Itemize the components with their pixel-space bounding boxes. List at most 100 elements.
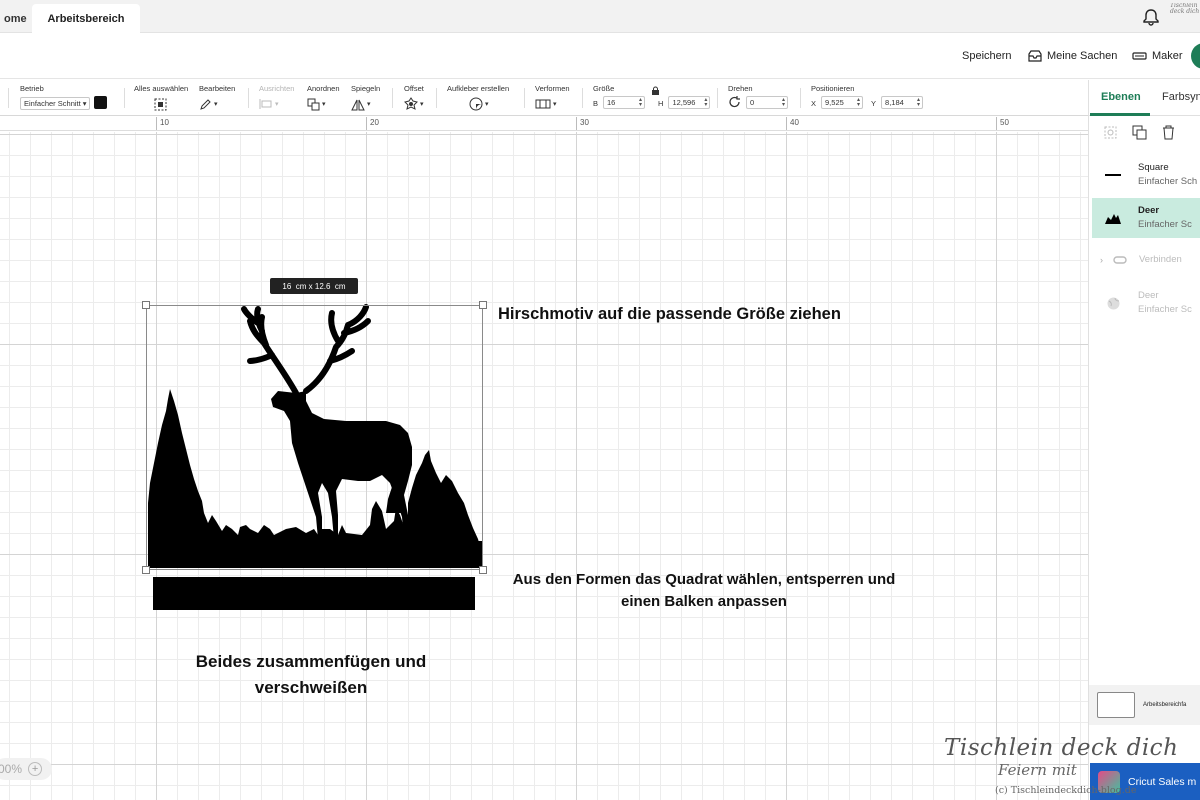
group-icon[interactable] xyxy=(1103,125,1118,140)
stepper-icon[interactable]: ▴ ▾ xyxy=(782,97,785,108)
tab-workspace[interactable]: Arbeitsbereich xyxy=(32,4,140,33)
canvas-label: Arbeitsbereichfa xyxy=(1143,702,1187,708)
maker-button[interactable]: Maker xyxy=(1132,50,1183,62)
stepper-icon[interactable]: ▴ ▾ xyxy=(917,97,920,108)
watermark-subtitle: Feiern mit xyxy=(998,761,1077,779)
layer-item-combine[interactable]: › Verbinden xyxy=(1092,240,1200,280)
sticker-button[interactable]: Aufkleber erstellen ▾ xyxy=(447,84,509,111)
inbox-icon xyxy=(1028,50,1042,62)
width-label: B xyxy=(593,99,599,108)
edit-toolbar: Betrieb Einfacher Schnitt ▾ Alles auswähl… xyxy=(0,80,1088,116)
warp-label: Verformen xyxy=(535,84,570,93)
ruler-tick xyxy=(366,117,367,130)
flip-icon xyxy=(351,99,365,110)
instruction-note-2: Aus den Formen das Quadrat wählen, entsp… xyxy=(512,571,896,610)
instruction-note-3: Beides zusammenfügen und verschweißen xyxy=(195,652,427,697)
operation-select[interactable]: Einfacher Schnitt ▾ xyxy=(20,97,91,110)
action-bar: Speichern Meine Sachen Maker xyxy=(0,33,1200,79)
rotate-input[interactable]: 0 ▴ ▾ xyxy=(746,96,788,109)
arrange-button[interactable]: Anordnen ▾ xyxy=(307,84,340,111)
width-input[interactable]: 16 ▴ ▾ xyxy=(603,96,646,109)
y-input[interactable]: 8,184 ▴ ▾ xyxy=(881,96,924,109)
edit-button[interactable]: Bearbeiten ▾ xyxy=(199,84,235,111)
zoom-value: 00% xyxy=(0,762,23,776)
offset-icon xyxy=(404,97,418,110)
tab-layers[interactable]: Ebenen xyxy=(1101,91,1141,103)
y-label: Y xyxy=(871,99,877,108)
layer-name: Deer xyxy=(1138,290,1159,301)
layer-item-square[interactable]: Square Einfacher Sch xyxy=(1092,155,1200,195)
ruler-label: 50 xyxy=(1000,118,1009,127)
zoom-in-icon[interactable]: + xyxy=(28,762,43,776)
stepper-icon[interactable]: ▴ ▾ xyxy=(704,97,707,108)
ruler-label: 30 xyxy=(580,118,589,127)
rotate-label: Drehen xyxy=(728,84,753,93)
instruction-note-1: Hirschmotiv auf die passende Größe ziehe… xyxy=(498,305,841,323)
stepper-icon[interactable]: ▴ ▾ xyxy=(857,97,860,108)
ruler-label: 20 xyxy=(370,118,379,127)
layer-item-deer-hidden[interactable]: Deer Einfacher Sc xyxy=(1092,283,1200,323)
height-input[interactable]: 12,596 ▴ ▾ xyxy=(668,96,711,109)
divider xyxy=(524,88,525,108)
rotate-group: Drehen 0 ▴ ▾ xyxy=(728,84,788,111)
color-swatch[interactable] xyxy=(94,96,108,109)
square-shape-icon xyxy=(1105,174,1121,176)
resize-handle-top-left[interactable] xyxy=(142,301,150,309)
layer-actions xyxy=(1103,125,1176,140)
watermark-title: Tischlein deck dich xyxy=(944,735,1179,761)
panel-tabs: Ebenen Farbsyn xyxy=(1089,80,1200,116)
align-button[interactable]: Ausrichten ▾ xyxy=(259,84,294,111)
offset-label: Offset xyxy=(404,84,424,93)
flip-label: Spiegeln xyxy=(351,84,381,93)
ruler-tick xyxy=(786,117,787,130)
trash-icon[interactable] xyxy=(1161,125,1176,140)
divider xyxy=(717,88,718,108)
divider xyxy=(124,88,125,108)
position-label: Positionieren xyxy=(811,84,855,93)
layer-name: Deer xyxy=(1138,205,1160,216)
offset-button[interactable]: Offset ▾ xyxy=(404,84,424,111)
ruler: 10 20 30 40 50 xyxy=(0,117,1088,131)
resize-handle-bottom-right[interactable] xyxy=(479,566,487,574)
layer-name: Square xyxy=(1138,162,1169,173)
layer-item-deer-selected[interactable]: Deer Einfacher Sc xyxy=(1092,198,1200,238)
chevron-right-icon[interactable]: › xyxy=(1100,255,1103,265)
sales-text: Cricut Sales m xyxy=(1128,775,1197,788)
sticker-label: Aufkleber erstellen xyxy=(447,84,510,93)
x-input[interactable]: 9,525 ▴ ▾ xyxy=(821,96,864,109)
lock-icon[interactable] xyxy=(651,86,660,96)
save-label: Speichern xyxy=(962,50,1012,62)
warp-icon xyxy=(535,99,551,109)
zoom-control[interactable]: 00% + xyxy=(0,758,52,780)
rotate-icon xyxy=(729,96,740,108)
avatar[interactable] xyxy=(1191,43,1200,69)
x-value: 9,525 xyxy=(825,98,844,107)
flip-button[interactable]: Spiegeln ▾ xyxy=(351,84,380,111)
resize-handle-bottom-left[interactable] xyxy=(142,566,150,574)
select-all-button[interactable]: Alles auswählen xyxy=(134,84,188,111)
operation-value: Einfacher Schnitt xyxy=(24,99,81,108)
position-group: Positionieren X 9,525 ▴ ▾ Y 8,184 ▴ ▾ xyxy=(811,84,924,111)
tab-color-sync[interactable]: Farbsyn xyxy=(1162,91,1200,103)
duplicate-icon[interactable] xyxy=(1132,125,1147,140)
selection-box[interactable] xyxy=(142,301,487,574)
rectangle-bar[interactable] xyxy=(153,577,475,610)
edit-label: Bearbeiten xyxy=(199,84,236,93)
height-label: H xyxy=(658,99,664,108)
ruler-tick xyxy=(156,117,157,130)
divider xyxy=(8,88,9,108)
save-button[interactable]: Speichern xyxy=(962,50,1012,62)
canvas-settings[interactable]: Arbeitsbereichfa xyxy=(1089,685,1200,725)
bell-icon[interactable] xyxy=(1141,7,1161,27)
stepper-icon[interactable]: ▴ ▾ xyxy=(639,97,642,108)
my-stuff-button[interactable]: Meine Sachen xyxy=(1028,50,1117,62)
layers-panel: Ebenen Farbsyn Square Einfacher Sch Deer E… xyxy=(1088,80,1200,800)
select-all-label: Alles auswählen xyxy=(134,84,189,93)
sticker-icon xyxy=(469,97,483,111)
resize-handle-top-right[interactable] xyxy=(479,301,487,309)
x-label: X xyxy=(811,99,817,108)
warp-button[interactable]: Verformen ▾ xyxy=(535,84,570,111)
layer-operation: Einfacher Sch xyxy=(1138,176,1198,187)
canvas-color-box[interactable] xyxy=(1097,692,1135,718)
machine-icon xyxy=(1132,52,1147,60)
